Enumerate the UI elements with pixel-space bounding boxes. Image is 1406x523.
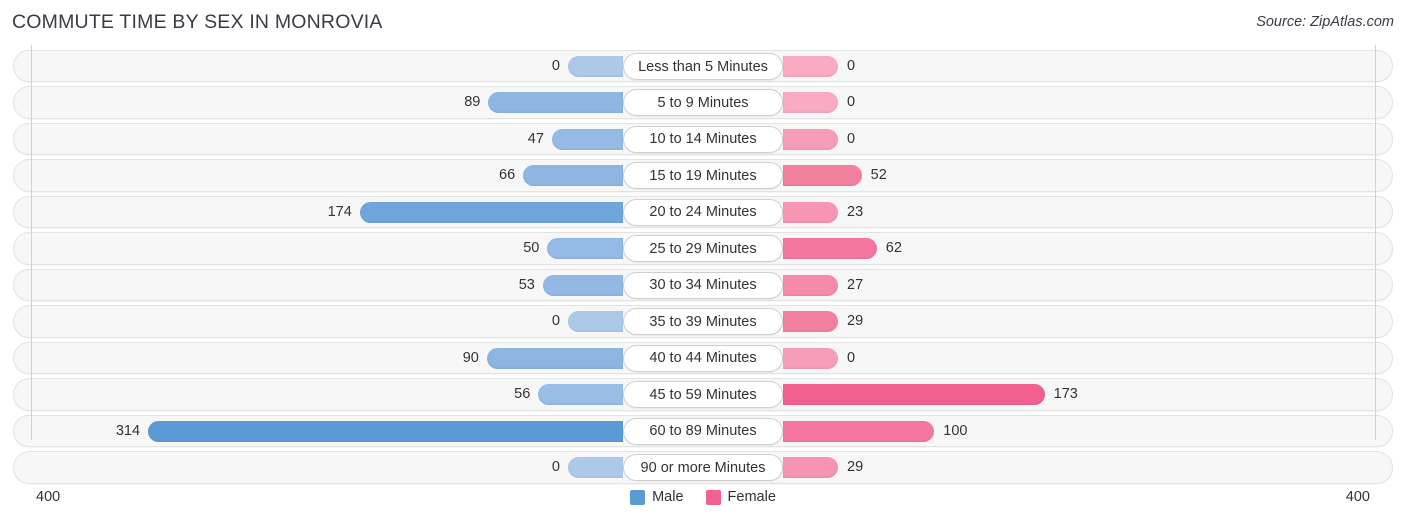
bar-row: 0 29 90 or more Minutes [0, 449, 1406, 485]
female-bar[interactable] [783, 384, 1045, 406]
female-bar[interactable] [783, 56, 838, 77]
male-value-label: 53 [518, 276, 535, 293]
male-value-label: 174 [327, 203, 352, 220]
male-bar[interactable] [486, 347, 623, 369]
category-label: 15 to 19 Minutes [649, 167, 757, 184]
category-label-pill: 15 to 19 Minutes [623, 162, 783, 190]
female-value-label: 0 [847, 94, 856, 111]
source-attribution: Source: ZipAtlas.com [1256, 14, 1394, 30]
bar-row: 89 0 5 to 9 Minutes [0, 84, 1406, 120]
category-label-pill: 25 to 29 Minutes [623, 235, 783, 263]
female-value-label: 0 [847, 58, 856, 74]
female-value-label: 23 [847, 203, 864, 220]
bar-row: 90 0 40 to 44 Minutes [0, 340, 1406, 376]
category-label: 10 to 14 Minutes [649, 131, 757, 148]
bar-row: 174 23 20 to 24 Minutes [0, 194, 1406, 230]
category-label-pill: 40 to 44 Minutes [623, 344, 783, 372]
legend-label: Male [652, 489, 684, 505]
category-label: 30 to 34 Minutes [649, 277, 757, 294]
chart-container: COMMUTE TIME BY SEX IN MONROVIA Source: … [0, 0, 1406, 523]
category-label: 5 to 9 Minutes [657, 94, 749, 111]
male-bar[interactable] [359, 201, 623, 223]
category-label-pill: 20 to 24 Minutes [623, 198, 783, 226]
male-value-label: 0 [551, 313, 560, 330]
category-label-pill: Less than 5 Minutes [623, 53, 783, 80]
male-bar[interactable] [148, 420, 623, 442]
male-bar[interactable] [488, 92, 623, 114]
male-bar[interactable] [568, 457, 623, 479]
category-label-pill: 10 to 14 Minutes [623, 125, 783, 153]
female-value-label: 29 [847, 459, 864, 476]
chart-legend: Male Female [0, 489, 1406, 505]
bar-rows: 0 0 Less than 5 Minutes 89 0 5 to 9 Minutes 47… [0, 48, 1406, 486]
bar-row: 53 27 30 to 34 Minutes [0, 267, 1406, 303]
female-bar[interactable] [783, 165, 862, 187]
legend-item[interactable]: Female [705, 489, 776, 505]
chart-footer: 400 400 Male Female [0, 483, 1406, 523]
male-value-label: 56 [514, 386, 531, 403]
female-bar[interactable] [783, 238, 877, 260]
female-value-label: 0 [847, 349, 856, 366]
female-bar[interactable] [783, 92, 838, 114]
female-value-label: 100 [943, 422, 968, 439]
category-label-pill: 90 or more Minutes [623, 454, 783, 482]
male-value-label: 90 [462, 349, 479, 366]
bar-row: 47 0 10 to 14 Minutes [0, 121, 1406, 157]
legend-swatch-icon [705, 489, 721, 505]
category-label-pill: 60 to 89 Minutes [623, 417, 783, 445]
female-bar[interactable] [783, 457, 838, 479]
male-value-label: 66 [499, 167, 516, 184]
male-value-label: 0 [551, 459, 560, 476]
category-label: 20 to 24 Minutes [649, 204, 757, 221]
bar-row: 0 0 Less than 5 Minutes [0, 48, 1406, 84]
male-bar[interactable] [568, 56, 623, 77]
bar-row: 66 52 15 to 19 Minutes [0, 157, 1406, 193]
category-label: 40 to 44 Minutes [649, 350, 757, 367]
male-value-label: 50 [523, 240, 540, 257]
bar-row: 50 62 25 to 29 Minutes [0, 230, 1406, 266]
category-label: 45 to 59 Minutes [649, 386, 757, 403]
female-value-label: 173 [1053, 386, 1078, 403]
female-bar[interactable] [783, 274, 838, 296]
female-value-label: 52 [870, 167, 887, 184]
male-value-label: 0 [551, 58, 560, 74]
category-label-pill: 45 to 59 Minutes [623, 381, 783, 409]
plot-area: 0 0 Less than 5 Minutes 89 0 5 to 9 Minutes 47… [0, 45, 1406, 486]
female-bar[interactable] [783, 201, 838, 223]
female-bar[interactable] [783, 128, 838, 150]
male-value-label: 314 [115, 422, 141, 439]
female-value-label: 29 [847, 313, 864, 330]
chart-header: COMMUTE TIME BY SEX IN MONROVIA Source: … [0, 0, 1406, 45]
category-label: 90 or more Minutes [640, 459, 766, 476]
female-value-label: 0 [847, 130, 856, 147]
category-label: Less than 5 Minutes [638, 58, 768, 75]
category-label: 60 to 89 Minutes [649, 423, 757, 440]
category-label-pill: 35 to 39 Minutes [623, 308, 783, 336]
bar-row: 56 173 45 to 59 Minutes [0, 376, 1406, 412]
female-bar[interactable] [783, 311, 838, 333]
male-bar[interactable] [551, 128, 623, 150]
male-bar[interactable] [523, 165, 623, 187]
female-value-label: 62 [885, 240, 902, 257]
legend-item[interactable]: Male [630, 489, 684, 505]
female-value-label: 27 [847, 276, 864, 293]
bar-row: 0 29 35 to 39 Minutes [0, 303, 1406, 339]
male-bar[interactable] [542, 274, 623, 296]
legend-label: Female [727, 489, 776, 505]
male-value-label: 47 [527, 130, 544, 147]
category-label: 25 to 29 Minutes [649, 240, 757, 257]
male-bar[interactable] [568, 311, 623, 333]
category-label: 35 to 39 Minutes [649, 313, 757, 330]
page-title: COMMUTE TIME BY SEX IN MONROVIA [12, 11, 383, 33]
male-bar[interactable] [538, 384, 623, 406]
male-bar[interactable] [547, 238, 623, 260]
legend-swatch-icon [630, 489, 646, 505]
female-bar[interactable] [783, 420, 935, 442]
category-label-pill: 5 to 9 Minutes [623, 89, 783, 117]
male-value-label: 89 [464, 94, 481, 111]
female-bar[interactable] [783, 347, 838, 369]
category-label-pill: 30 to 34 Minutes [623, 271, 783, 299]
bar-row: 314 100 60 to 89 Minutes [0, 413, 1406, 449]
